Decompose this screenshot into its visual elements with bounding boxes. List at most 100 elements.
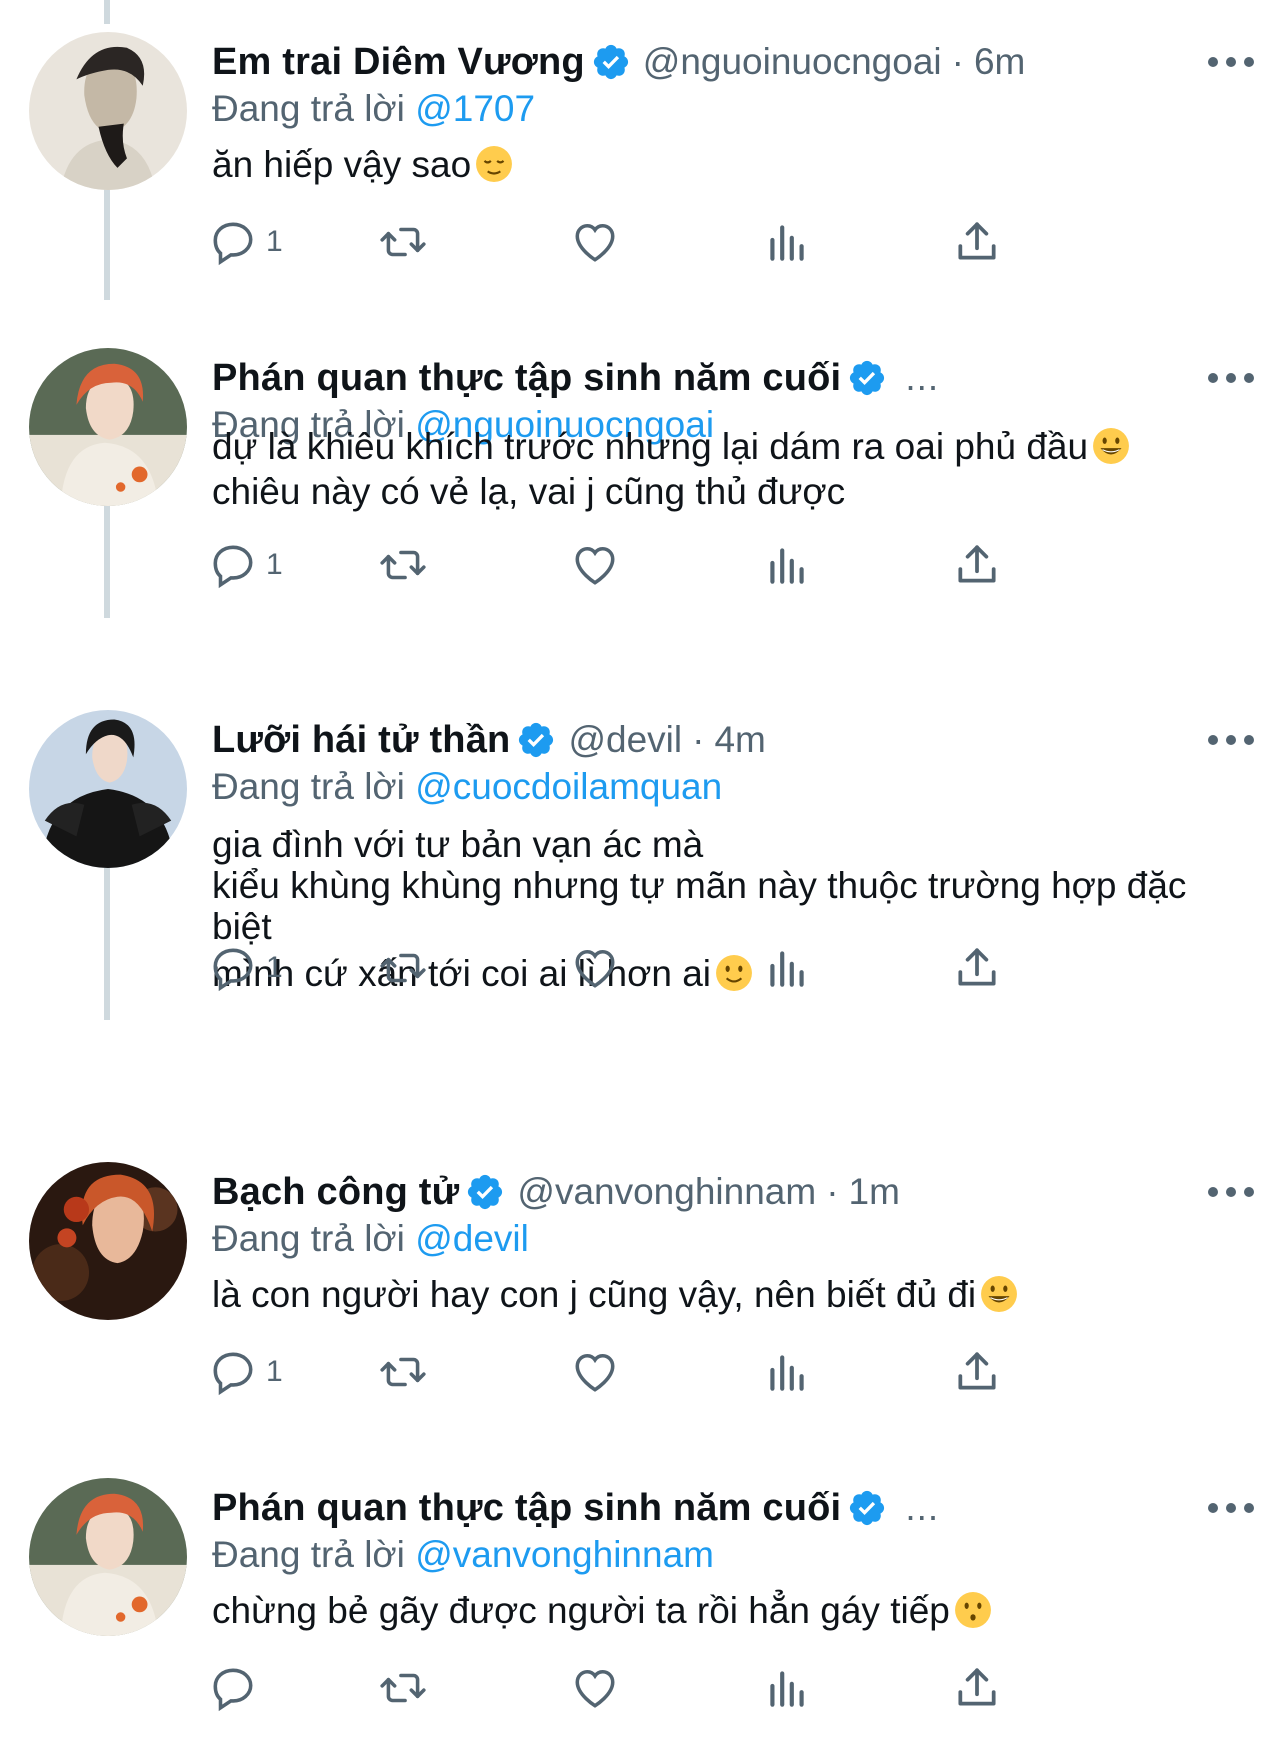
display-name[interactable]: Phán quan thực tập sinh năm cuối	[212, 1487, 841, 1530]
reply-icon	[213, 545, 253, 589]
timestamp[interactable]: 1m	[849, 1171, 900, 1213]
replying-to: Đang trả lời @vanvonghinnam	[212, 1534, 714, 1576]
share-icon	[958, 1668, 996, 1706]
avatar[interactable]	[29, 348, 187, 506]
action-bar	[212, 1658, 1132, 1718]
like-button[interactable]	[570, 212, 620, 272]
reply-button[interactable]: 1	[208, 1342, 283, 1402]
share-icon	[958, 948, 996, 986]
heart-icon	[575, 949, 615, 988]
reply-button[interactable]: 1	[208, 938, 283, 998]
action-bar: 1	[212, 938, 1132, 998]
like-button[interactable]	[570, 535, 620, 595]
grinning-face-emoji-icon	[1093, 428, 1130, 464]
more-options-icon[interactable]	[1208, 42, 1254, 82]
share-button[interactable]	[952, 212, 1002, 272]
action-bar: 1	[212, 535, 1132, 595]
avatar[interactable]	[29, 710, 187, 868]
tweet[interactable]: Phán quan thực tập sinh năm cuối ... Đan…	[0, 1478, 1284, 1756]
verified-badge-icon	[593, 44, 628, 80]
avatar-image	[29, 710, 187, 868]
tweet-text: ăn hiếp vậy sao	[212, 142, 1254, 187]
tweet-text: chừng bẻ gãy được người ta rồi hẳn gáy t…	[212, 1588, 1254, 1633]
replying-to: Đang trả lời @1707	[212, 88, 535, 130]
retweet-icon	[380, 953, 426, 983]
avatar[interactable]	[29, 1162, 187, 1320]
views-button[interactable]	[762, 938, 812, 998]
replying-to: Đang trả lời @devil	[212, 1218, 529, 1260]
retweet-button[interactable]	[378, 1658, 428, 1718]
share-button[interactable]	[952, 938, 1002, 998]
tweet[interactable]: Lưỡi hái tử thần @devil · 4m Đang trả lờ…	[0, 710, 1284, 1090]
avatar[interactable]	[29, 1478, 187, 1636]
replying-to: Đang trả lời @cuocdoilamquan	[212, 766, 722, 808]
views-button[interactable]	[762, 535, 812, 595]
handle[interactable]: @devil	[568, 719, 682, 761]
tweet-text-line: chừng bẻ gãy được người ta rồi hẳn gáy t…	[212, 1590, 950, 1631]
reply-mention[interactable]: @cuocdoilamquan	[415, 766, 722, 807]
reply-count: 1	[266, 548, 283, 581]
avatar[interactable]	[29, 32, 187, 190]
avatar-image	[29, 348, 187, 506]
like-button[interactable]	[570, 1658, 620, 1718]
more-options-icon[interactable]	[1208, 720, 1254, 760]
reply-button[interactable]	[208, 1658, 258, 1718]
analytics-icon	[770, 1355, 804, 1391]
retweet-button[interactable]	[378, 1342, 428, 1402]
heart-icon	[575, 223, 615, 262]
views-button[interactable]	[762, 1658, 812, 1718]
reply-button[interactable]: 1	[208, 535, 283, 595]
analytics-icon	[770, 1671, 804, 1707]
tweet-text-line: gia đình với tư bản vạn ác mà	[212, 824, 704, 865]
tweet-text-line: ăn hiếp vậy sao	[212, 144, 472, 185]
reply-count: 1	[266, 951, 283, 984]
share-button[interactable]	[952, 535, 1002, 595]
tweet-text-line: là con người hay con j cũng vậy, nên biế…	[212, 1274, 977, 1315]
timestamp[interactable]: 6m	[974, 41, 1025, 83]
reply-mention[interactable]: @devil	[415, 1218, 529, 1259]
heart-icon	[575, 546, 615, 585]
kissing-face-emoji-icon	[954, 1592, 991, 1628]
retweet-button[interactable]	[378, 212, 428, 272]
tweet[interactable]: Phán quan thực tập sinh năm cuối ... Đan…	[0, 348, 1284, 648]
avatar-image	[29, 1478, 187, 1636]
like-button[interactable]	[570, 938, 620, 998]
relieved-face-emoji-icon	[476, 146, 513, 182]
handle[interactable]: @vanvonghinnam	[517, 1171, 816, 1213]
share-button[interactable]	[952, 1342, 1002, 1402]
action-bar: 1	[212, 1342, 1132, 1402]
reply-mention[interactable]: @vanvonghinnam	[415, 1534, 714, 1575]
heart-icon	[575, 1669, 615, 1708]
share-icon	[958, 222, 996, 260]
thread-line	[104, 0, 110, 24]
display-name[interactable]: Phán quan thực tập sinh năm cuối	[212, 357, 841, 400]
verified-badge-icon	[850, 360, 885, 396]
display-name[interactable]: Lưỡi hái tử thần	[212, 719, 510, 762]
retweet-icon	[380, 1673, 426, 1703]
retweet-button[interactable]	[378, 938, 428, 998]
timestamp[interactable]: 4m	[714, 719, 765, 761]
reply-mention[interactable]: @1707	[415, 88, 535, 129]
reply-button[interactable]: 1	[208, 212, 283, 272]
views-button[interactable]	[762, 212, 812, 272]
display-name[interactable]: Em trai Diêm Vương	[212, 41, 585, 84]
views-button[interactable]	[762, 1342, 812, 1402]
share-button[interactable]	[952, 1658, 1002, 1718]
reply-count: 1	[266, 1355, 283, 1388]
retweet-icon	[380, 550, 426, 580]
analytics-icon	[770, 951, 804, 987]
like-button[interactable]	[570, 1342, 620, 1402]
more-options-icon[interactable]	[1208, 1172, 1254, 1212]
handle[interactable]: @nguoinuocngoai	[643, 41, 942, 83]
replying-label: Đang trả lời	[212, 1218, 405, 1259]
display-name[interactable]: Bạch công tử	[212, 1171, 459, 1214]
more-options-icon[interactable]	[1208, 1488, 1254, 1528]
action-bar: 1	[212, 212, 1132, 272]
retweet-icon	[380, 1357, 426, 1387]
more-options-icon[interactable]	[1208, 358, 1254, 398]
reply-icon	[213, 1668, 253, 1712]
truncation-ellipsis: ...	[905, 1487, 940, 1528]
retweet-button[interactable]	[378, 535, 428, 595]
tweet[interactable]: Em trai Diêm Vương @nguoinuocngoai · 6m …	[0, 32, 1284, 332]
tweet[interactable]: Bạch công tử @vanvonghinnam · 1m Đang tr…	[0, 1162, 1284, 1462]
